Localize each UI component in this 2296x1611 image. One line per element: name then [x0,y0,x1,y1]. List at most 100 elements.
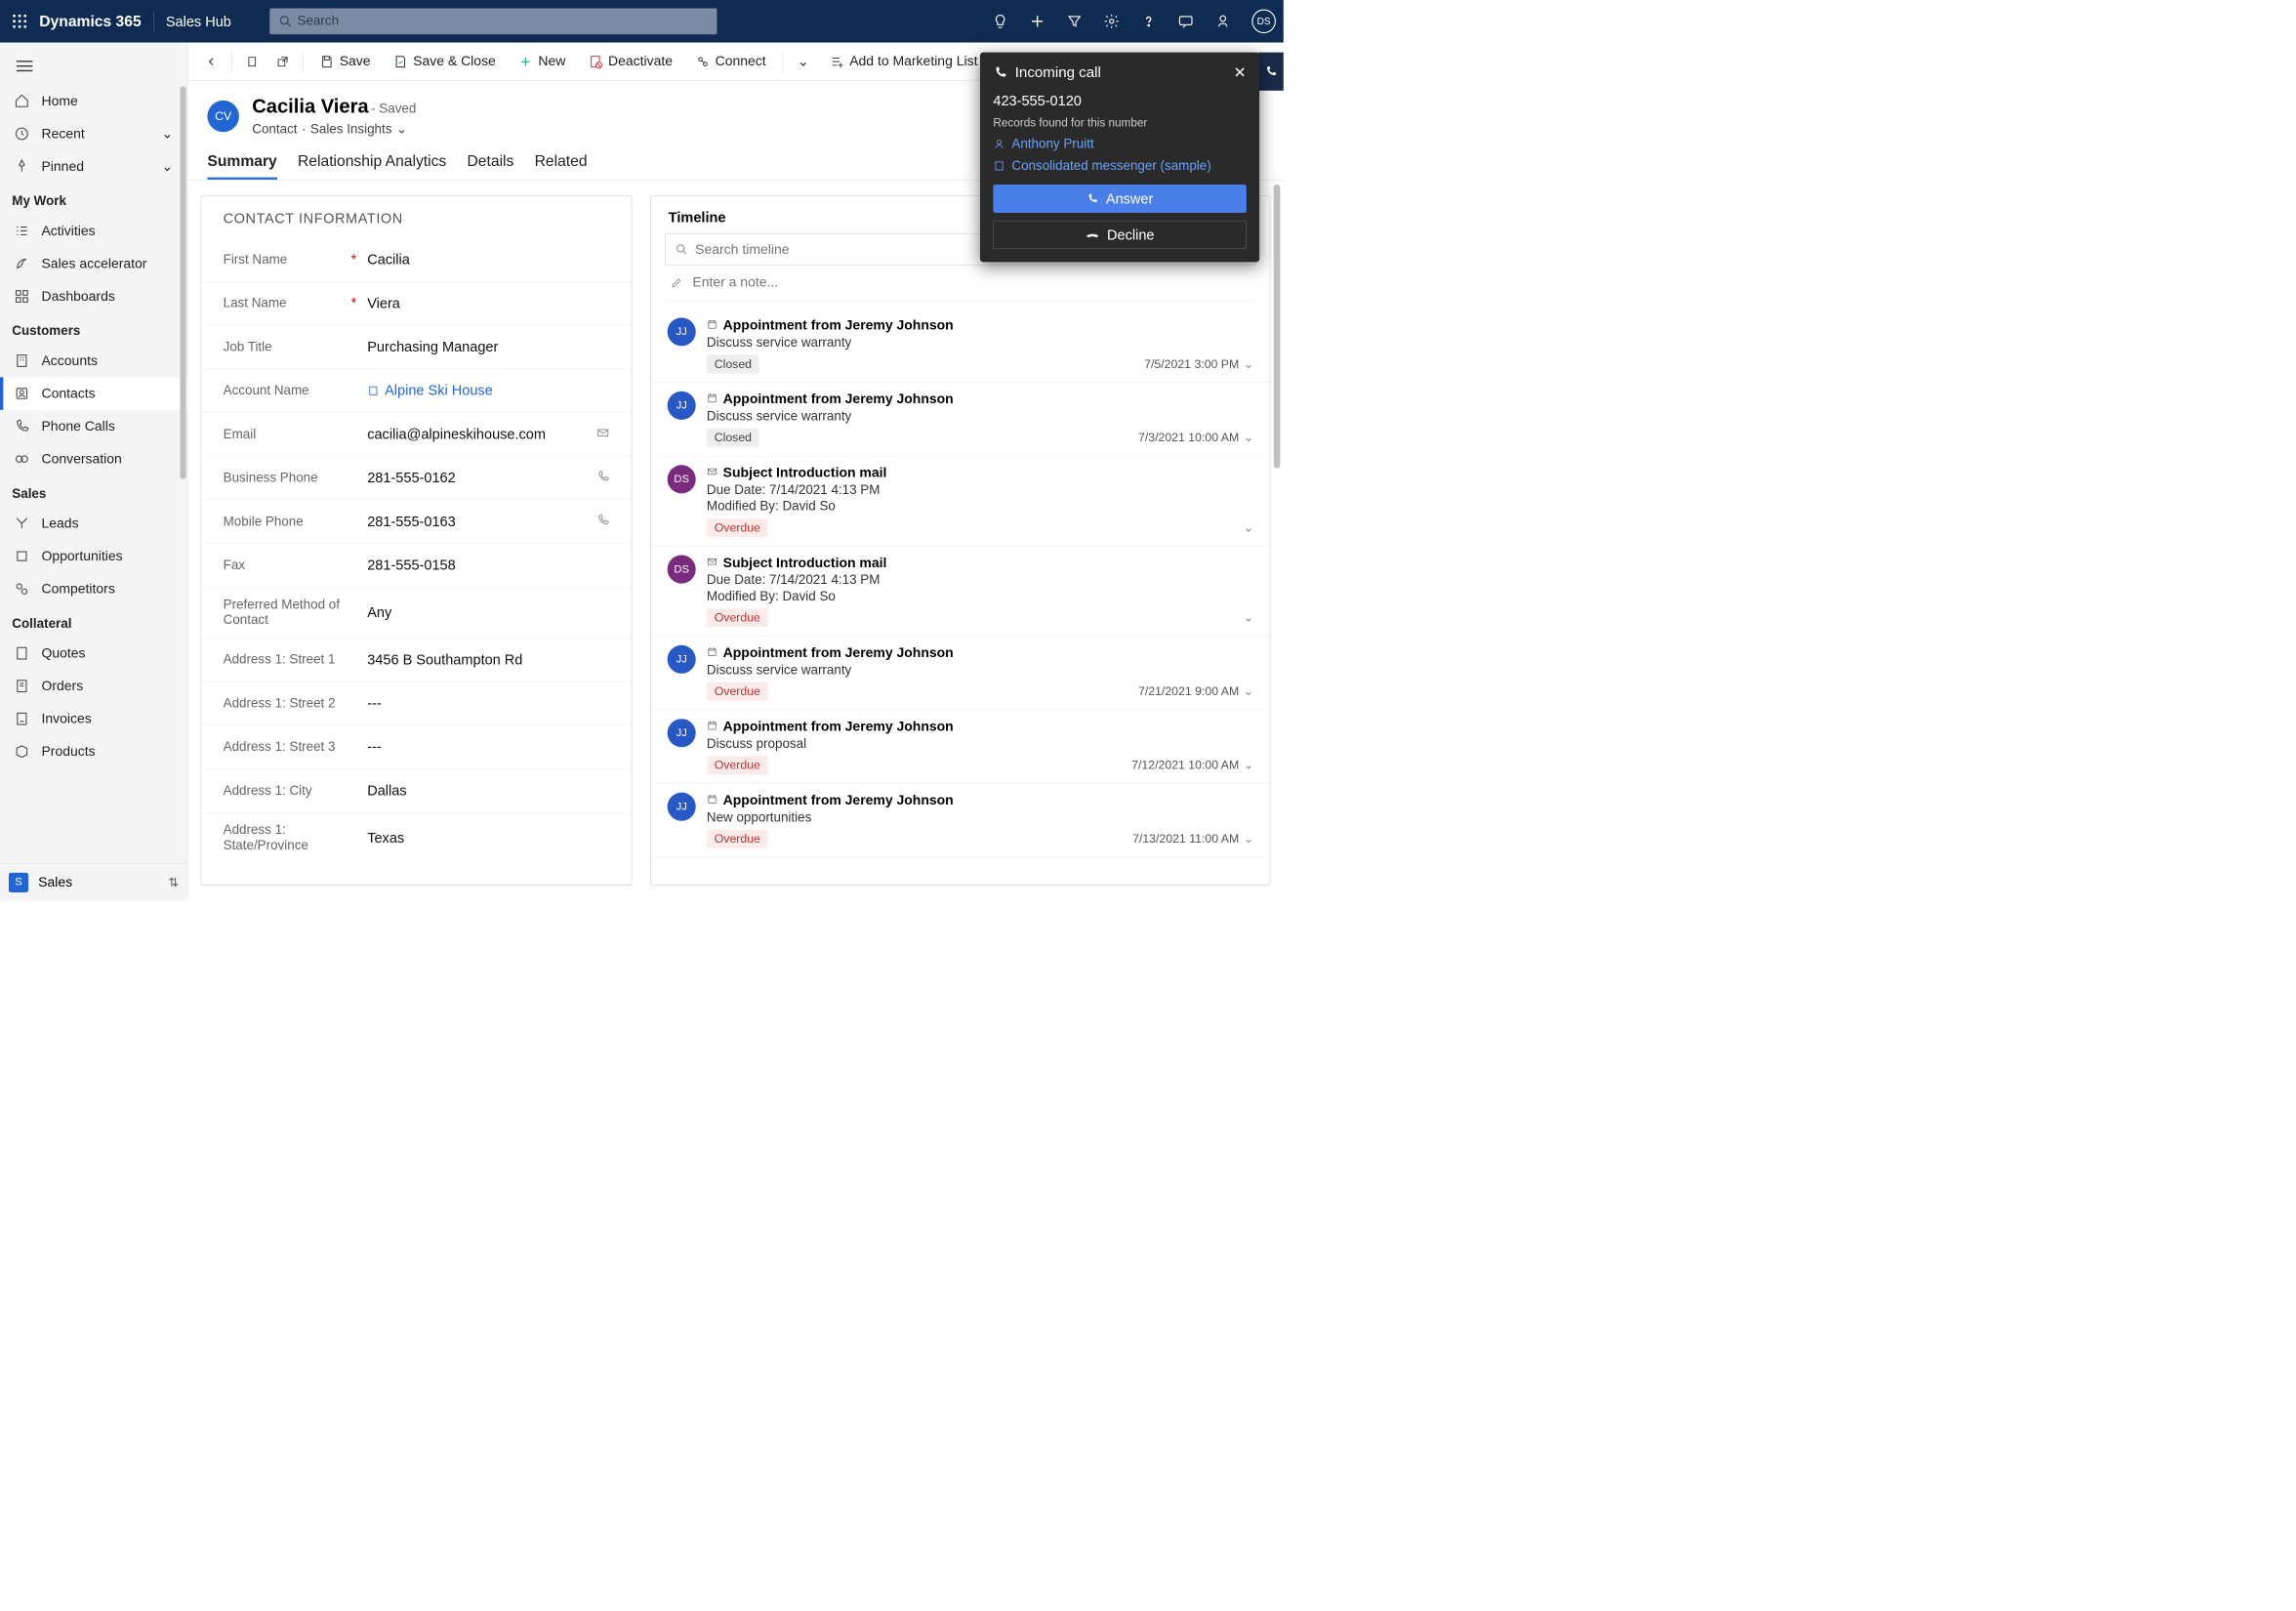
chevron-down-icon[interactable]: ⌄ [1244,431,1253,445]
phone-icon[interactable] [596,470,609,485]
mail-icon[interactable] [596,427,609,442]
search-icon [676,243,687,255]
content-scrollbar[interactable] [1273,185,1281,610]
field-email[interactable]: Emailcacilia@alpineskihouse.com [201,413,631,457]
save-close-button[interactable]: Save & Close [384,48,506,75]
chevron-down-icon[interactable]: ⌄ [1244,357,1253,372]
field-preferred-contact[interactable]: Preferred Method of ContactAny [201,587,631,638]
chevron-down-icon[interactable]: ⌄ [1244,611,1253,626]
answer-button[interactable]: Answer [993,185,1246,213]
sidebar-item-products[interactable]: Products [0,735,187,768]
open-record-set-button[interactable] [238,48,266,75]
timeline-item[interactable]: DSSubject Introduction mailDue Date: 7/1… [651,456,1270,546]
timeline-item[interactable]: JJAppointment from Jeremy JohnsonNew opp… [651,784,1270,857]
add-to-marketing-list-button[interactable]: Add to Marketing List [820,48,988,75]
chat-icon[interactable] [1177,13,1194,29]
new-button[interactable]: New [509,48,575,75]
timeline-avatar: JJ [668,317,696,346]
popout-button[interactable] [269,48,297,75]
timeline-card: Timeline JJAppointment from Jeremy Johns… [650,195,1270,886]
sidebar-item-label: Sales accelerator [41,256,146,271]
decline-button[interactable]: Decline [993,221,1246,249]
chevron-down-icon[interactable]: ⌄ [1244,832,1253,847]
sidebar-item-leads[interactable]: Leads [0,507,187,540]
chevron-down-icon[interactable]: ⌄ [1244,758,1253,772]
sidebar-item-home[interactable]: Home [0,85,187,118]
form-selector[interactable]: Sales Insights [310,121,392,137]
contact-information-card: CONTACT INFORMATION First NameCacilia La… [201,195,633,886]
help-icon[interactable] [1140,13,1157,29]
sidebar-item-opportunities[interactable]: Opportunities [0,540,187,573]
field-business-phone[interactable]: Business Phone281-555-0162 [201,456,631,500]
tab-summary[interactable]: Summary [207,152,276,180]
timeline-item[interactable]: JJAppointment from Jeremy JohnsonDiscuss… [651,637,1270,710]
connect-dropdown[interactable]: ⌄ [790,48,817,75]
field-last-name[interactable]: Last NameViera [201,281,631,325]
incoming-call-popup: Incoming call ✕ 423-555-0120 Records fou… [980,53,1259,263]
sidebar-item-recent[interactable]: Recent⌄ [0,117,187,150]
home-icon [15,94,30,109]
sidebar-item-phone-calls[interactable]: Phone Calls [0,410,187,443]
sidebar-scrollbar[interactable] [179,86,186,512]
call-record-person[interactable]: Anthony Pruitt [993,137,1246,152]
timeline-item-date: ⌄ [1244,611,1253,626]
field-city[interactable]: Address 1: CityDallas [201,769,631,813]
timeline-item[interactable]: JJAppointment from Jeremy JohnsonDiscuss… [651,309,1270,382]
tab-details[interactable]: Details [468,152,514,180]
user-avatar[interactable]: DS [1251,10,1276,34]
global-search[interactable] [269,8,717,34]
assistant-icon[interactable] [1214,13,1231,29]
chevron-down-icon[interactable]: ⌄ [1244,684,1253,699]
sidebar-item-invoices[interactable]: Invoices [0,702,187,735]
account-link[interactable]: Alpine Ski House [385,382,493,398]
field-job-title[interactable]: Job TitlePurchasing Manager [201,325,631,369]
field-first-name[interactable]: First NameCacilia [201,238,631,282]
competitors-icon [15,581,30,597]
filter-icon[interactable] [1066,13,1083,29]
field-account-name[interactable]: Account NameAlpine Ski House [201,369,631,413]
plus-icon[interactable] [1029,13,1046,29]
sidebar-item-conversation[interactable]: Conversation [0,442,187,475]
field-state[interactable]: Address 1: State/ProvinceTexas [201,812,631,862]
field-fax[interactable]: Fax281-555-0158 [201,544,631,588]
call-record-account[interactable]: Consolidated messenger (sample) [993,158,1246,174]
search-input[interactable] [298,14,708,29]
field-street3[interactable]: Address 1: Street 3--- [201,725,631,769]
sidebar-item-quotes[interactable]: Quotes [0,637,187,670]
sidebar-item-contacts[interactable]: Contacts [0,377,187,410]
lightbulb-icon[interactable] [992,13,1008,29]
sidebar-item-dashboards[interactable]: Dashboards [0,280,187,313]
field-mobile-phone[interactable]: Mobile Phone281-555-0163 [201,500,631,544]
timeline-item[interactable]: JJAppointment from Jeremy JohnsonDiscuss… [651,710,1270,783]
app-launcher-icon[interactable] [8,10,32,34]
hamburger-icon[interactable] [0,45,187,85]
sidebar-item-label: Orders [41,679,83,694]
timeline-item[interactable]: DSSubject Introduction mailDue Date: 7/1… [651,547,1270,637]
connect-button[interactable]: Connect [685,48,775,75]
save-button[interactable]: Save [310,48,381,75]
field-street2[interactable]: Address 1: Street 2--- [201,682,631,725]
sidebar-item-sales-accelerator[interactable]: Sales accelerator [0,247,187,280]
sidebar-item-competitors[interactable]: Competitors [0,572,187,605]
timeline-note-row[interactable] [665,273,1255,302]
tab-relationship-analytics[interactable]: Relationship Analytics [298,152,446,180]
chevron-down-icon[interactable]: ⌄ [1244,520,1253,535]
tab-related[interactable]: Related [535,152,588,180]
area-switcher[interactable]: S Sales ⇅ [0,863,187,900]
timeline-item[interactable]: JJAppointment from Jeremy JohnsonDiscuss… [651,383,1270,456]
sidebar-item-label: Recent [41,126,84,142]
sidebar-item-activities[interactable]: Activities [0,215,187,248]
sidebar-item-pinned[interactable]: Pinned⌄ [0,150,187,184]
phone-icon [15,419,30,434]
field-street1[interactable]: Address 1: Street 13456 B Southampton Rd [201,638,631,682]
phone-icon[interactable] [596,514,609,529]
deactivate-button[interactable]: Deactivate [579,48,682,75]
timeline-note-input[interactable] [692,274,1250,290]
sidebar-item-orders[interactable]: Orders [0,670,187,703]
phone-panel-tab[interactable] [1258,53,1284,91]
gear-icon[interactable] [1103,13,1120,29]
sidebar-item-accounts[interactable]: Accounts [0,345,187,378]
back-button[interactable] [197,48,225,75]
activity-type-icon [707,318,718,332]
close-button[interactable]: ✕ [1234,63,1247,81]
